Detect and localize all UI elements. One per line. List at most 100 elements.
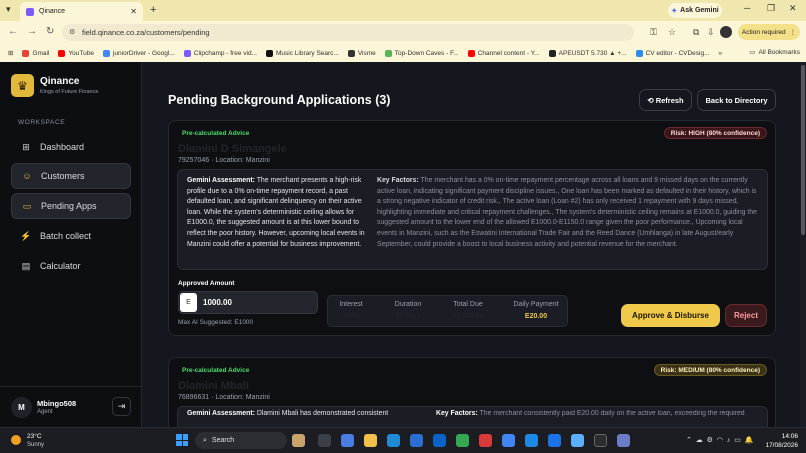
extensions-icon[interactable]: ⧉	[693, 27, 699, 38]
reload-icon[interactable]: ↻	[46, 26, 54, 37]
bookmark-item[interactable]: juniorDriver - Googl...	[102, 49, 175, 57]
bookmark-item[interactable]: Clipchamp - free vid...	[183, 49, 257, 57]
bookmark-item[interactable]: Top-Down Caves - F...	[384, 49, 459, 57]
weather-condition: Sunny	[27, 442, 45, 448]
outlook-icon[interactable]	[433, 434, 446, 447]
minimize-icon[interactable]: ─	[744, 3, 750, 13]
vscode-icon[interactable]	[525, 434, 538, 447]
snipping-icon[interactable]	[571, 434, 584, 447]
bookmark-star-icon[interactable]: ☆	[668, 27, 676, 38]
system-tray[interactable]: ⌃ ☁ ⚙ ◠ ♪ ▭ 🔔	[686, 436, 753, 444]
customer-meta: 79257046 · Location: Manzini	[178, 157, 270, 164]
youtube-studio-icon	[467, 49, 475, 57]
gmail-icon	[22, 49, 30, 57]
taskbar-search[interactable]: ⌕ Search	[195, 432, 287, 449]
scrollbar[interactable]	[800, 62, 806, 427]
crown-logo-icon: ♛	[11, 74, 34, 97]
bookmark-item[interactable]: Music Library Searc...	[265, 49, 339, 57]
back-to-directory-button[interactable]: Back to Directory	[697, 89, 776, 111]
customer-name: Dlamini Mbali	[178, 380, 249, 392]
ask-gemini-label: Ask Gemini	[680, 7, 719, 14]
card-icon: ▭	[22, 200, 32, 211]
stat-label: Total Due	[453, 301, 483, 308]
action-required-button[interactable]: Action required ⋮	[738, 24, 800, 40]
bookmark-label: Music Library Searc...	[275, 49, 339, 57]
bookmark-label: Channel content - Y...	[477, 49, 540, 57]
chrome-alt-icon[interactable]	[548, 434, 561, 447]
sidebar-item-dashboard[interactable]: ⊞ Dashboard	[11, 134, 131, 160]
apps-grid-icon[interactable]: ⊞	[8, 49, 13, 57]
weather-temp: 23°C	[27, 433, 42, 440]
file-explorer-icon[interactable]	[364, 434, 377, 447]
tab-title: Qinance	[39, 8, 66, 15]
bookmarks-bar: ⊞ Gmail YouTube juniorDriver - Googl... …	[0, 44, 806, 62]
bookmark-item[interactable]: YouTube	[58, 49, 94, 57]
bookmark-item[interactable]: APEUSDT 5.730 ▲ +...	[548, 49, 627, 57]
loan-stats: Interest 20% Duration 50 days Total Due …	[327, 295, 568, 327]
youtube-icon	[58, 49, 66, 57]
stat-duration: Duration 50 days	[388, 301, 428, 320]
scrollbar-thumb[interactable]	[801, 65, 805, 235]
logout-icon: ⇥	[117, 401, 126, 411]
bookmark-label: Visme	[357, 49, 376, 57]
edge-icon[interactable]	[387, 434, 400, 447]
stat-daily-payment: Daily Payment E20.00	[511, 301, 561, 320]
bookmark-label: Clipchamp - free vid...	[193, 49, 257, 57]
application-card: Pre-calculated Advice Risk: MEDIUM (80% …	[168, 357, 776, 427]
bookmark-label: juniorDriver - Googl...	[112, 49, 175, 57]
all-bookmarks[interactable]: ▭ All Bookmarks	[749, 48, 800, 57]
chrome-profile-icon[interactable]	[502, 434, 515, 447]
sidebar-item-calculator[interactable]: ▤ Calculator	[11, 253, 131, 279]
clock-time: 14:06	[781, 433, 798, 440]
tab-list-icon[interactable]: ▾	[6, 4, 11, 15]
ask-gemini-button[interactable]: ✦ Ask Gemini	[668, 3, 722, 18]
stat-total-due: Total Due E1200.00	[448, 301, 488, 320]
sidebar-item-label: Calculator	[40, 261, 81, 271]
back-arrow-icon[interactable]: ←	[8, 26, 18, 37]
approved-amount-input[interactable]: E 1000.00	[178, 291, 318, 314]
site-info-icon[interactable]: ⚙	[69, 28, 75, 36]
stat-interest: Interest 20%	[336, 301, 366, 320]
widgets-icon[interactable]	[292, 434, 305, 447]
approve-disburse-button[interactable]: Approve & Disburse	[621, 304, 720, 327]
new-tab-button[interactable]: +	[150, 4, 156, 16]
browser-tab[interactable]: Qinance ✕	[20, 2, 143, 21]
bookmark-item[interactable]: Gmail	[22, 49, 49, 57]
sidebar-item-batch-collect[interactable]: ⚡ Batch collect	[11, 223, 131, 249]
app-icon[interactable]	[617, 434, 630, 447]
url-field[interactable]: ⚙ field.qinance.co.za/customers/pending	[62, 24, 634, 41]
chrome-icon[interactable]	[456, 434, 469, 447]
task-view-icon[interactable]	[318, 434, 331, 447]
acrobat-icon[interactable]	[479, 434, 492, 447]
bookmark-item[interactable]: CV editor - CVDesig...	[635, 49, 710, 57]
teams-icon[interactable]	[341, 434, 354, 447]
folder-icon: ▭	[749, 49, 756, 56]
menu-dots-icon: ⋮	[789, 29, 797, 36]
customer-meta: 76896631 · Location: Manzini	[178, 394, 270, 401]
downloads-icon[interactable]: ⇩	[707, 27, 715, 38]
store-icon[interactable]	[410, 434, 423, 447]
sidebar-item-label: Pending Apps	[41, 201, 97, 211]
sidebar-item-pending-apps[interactable]: ▭ Pending Apps	[11, 193, 131, 219]
restore-icon[interactable]: ❐	[767, 3, 775, 14]
bookmark-label: CV editor - CVDesig...	[645, 49, 710, 57]
profile-avatar[interactable]	[720, 26, 732, 38]
more-bookmarks-icon[interactable]: »	[719, 50, 723, 57]
reject-button[interactable]: Reject	[725, 304, 767, 327]
window-close-icon[interactable]: ✕	[789, 3, 797, 14]
forward-arrow-icon[interactable]: →	[27, 26, 37, 37]
sun-icon[interactable]	[11, 435, 21, 445]
password-key-icon[interactable]: ⚿	[650, 27, 657, 38]
sidebar-item-customers[interactable]: ☺ Customers	[11, 163, 131, 189]
url-text: field.qinance.co.za/customers/pending	[82, 28, 210, 37]
bookmark-item[interactable]: Channel content - Y...	[467, 49, 540, 57]
logout-button[interactable]: ⇥	[112, 397, 131, 416]
workspace-label: WORKSPACE	[18, 119, 66, 126]
clock-date: 17/08/2026	[765, 442, 798, 449]
terminal-icon[interactable]	[594, 434, 607, 447]
start-button[interactable]	[176, 434, 188, 446]
key-factors: Key Factors: The merchant has a 0% on-ti…	[377, 176, 757, 250]
bookmark-item[interactable]: Visme	[347, 49, 376, 57]
refresh-button[interactable]: ⟲ Refresh	[639, 89, 692, 111]
close-tab-icon[interactable]: ✕	[130, 7, 137, 16]
